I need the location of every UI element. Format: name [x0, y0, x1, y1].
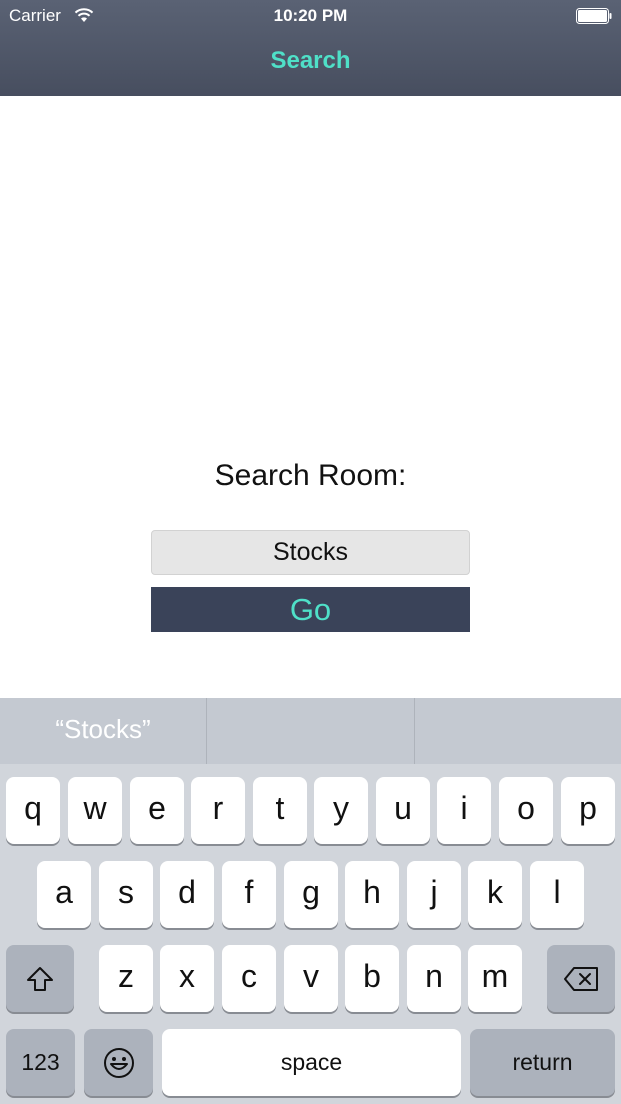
key-u[interactable]: u [376, 777, 430, 844]
space-key[interactable]: space [162, 1029, 461, 1096]
battery-icon [576, 8, 612, 24]
key-i[interactable]: i [437, 777, 491, 844]
backspace-icon [564, 966, 598, 991]
key-k[interactable]: k [468, 861, 522, 928]
numbers-key[interactable]: 123 [6, 1029, 75, 1096]
go-button[interactable]: Go [151, 587, 470, 632]
page-title: Search [270, 47, 351, 74]
delete-key[interactable] [547, 945, 615, 1012]
clock: 10:20 PM [273, 6, 348, 25]
key-s[interactable]: s [99, 861, 153, 928]
key-d[interactable]: d [160, 861, 214, 928]
key-m[interactable]: m [468, 945, 522, 1012]
key-f[interactable]: f [222, 861, 276, 928]
key-c[interactable]: c [222, 945, 276, 1012]
predictive-bar: “Stocks” [0, 698, 621, 764]
emoji-icon [103, 1047, 134, 1078]
key-v[interactable]: v [284, 945, 338, 1012]
key-z[interactable]: z [99, 945, 153, 1012]
key-q[interactable]: q [6, 777, 60, 844]
key-h[interactable]: h [345, 861, 399, 928]
key-w[interactable]: w [68, 777, 122, 844]
prediction-1[interactable]: “Stocks” [0, 698, 206, 764]
shift-key[interactable] [6, 945, 74, 1012]
key-y[interactable]: y [314, 777, 368, 844]
key-e[interactable]: e [130, 777, 184, 844]
key-o[interactable]: o [499, 777, 553, 844]
prediction-3[interactable] [415, 698, 621, 764]
key-a[interactable]: a [37, 861, 91, 928]
prediction-2[interactable] [207, 698, 413, 764]
key-p[interactable]: p [561, 777, 615, 844]
return-key[interactable]: return [470, 1029, 615, 1096]
search-room-input[interactable] [151, 530, 470, 575]
status-bar: Carrier 10:20 PM [0, 0, 621, 32]
key-b[interactable]: b [345, 945, 399, 1012]
search-room-label: Search Room: [214, 459, 407, 492]
key-r[interactable]: r [191, 777, 245, 844]
key-n[interactable]: n [407, 945, 461, 1012]
key-x[interactable]: x [160, 945, 214, 1012]
navigation-bar: Carrier 10:20 PM Search [0, 0, 621, 96]
shift-icon [27, 966, 53, 991]
key-g[interactable]: g [284, 861, 338, 928]
keyboard: “Stocks” q w e r t y u i o p a s d f g h… [0, 698, 621, 1104]
key-l[interactable]: l [530, 861, 584, 928]
emoji-key[interactable] [84, 1029, 153, 1096]
key-t[interactable]: t [253, 777, 307, 844]
key-j[interactable]: j [407, 861, 461, 928]
